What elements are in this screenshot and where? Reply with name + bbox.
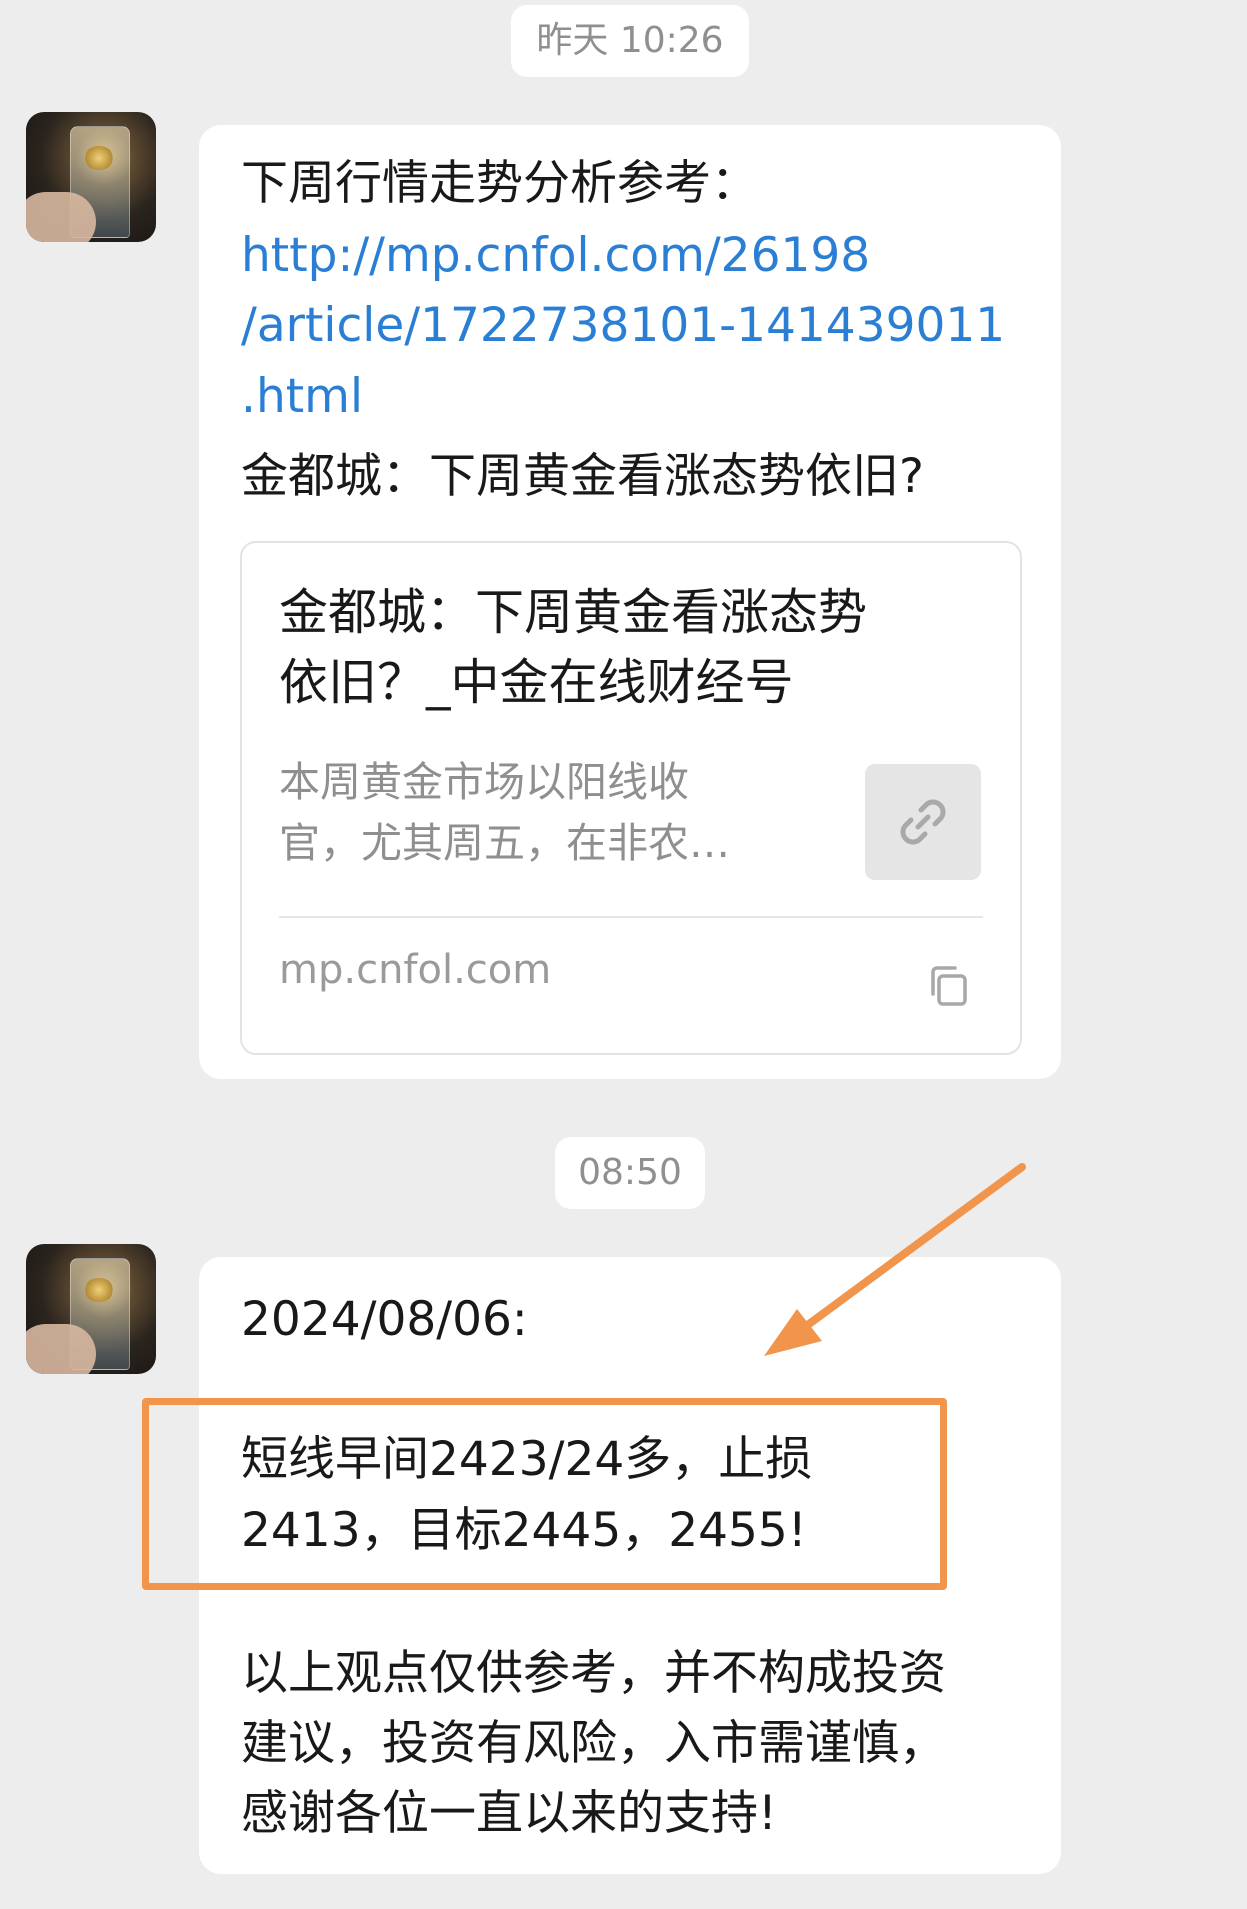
annotation-arrow: [764, 1163, 1026, 1356]
